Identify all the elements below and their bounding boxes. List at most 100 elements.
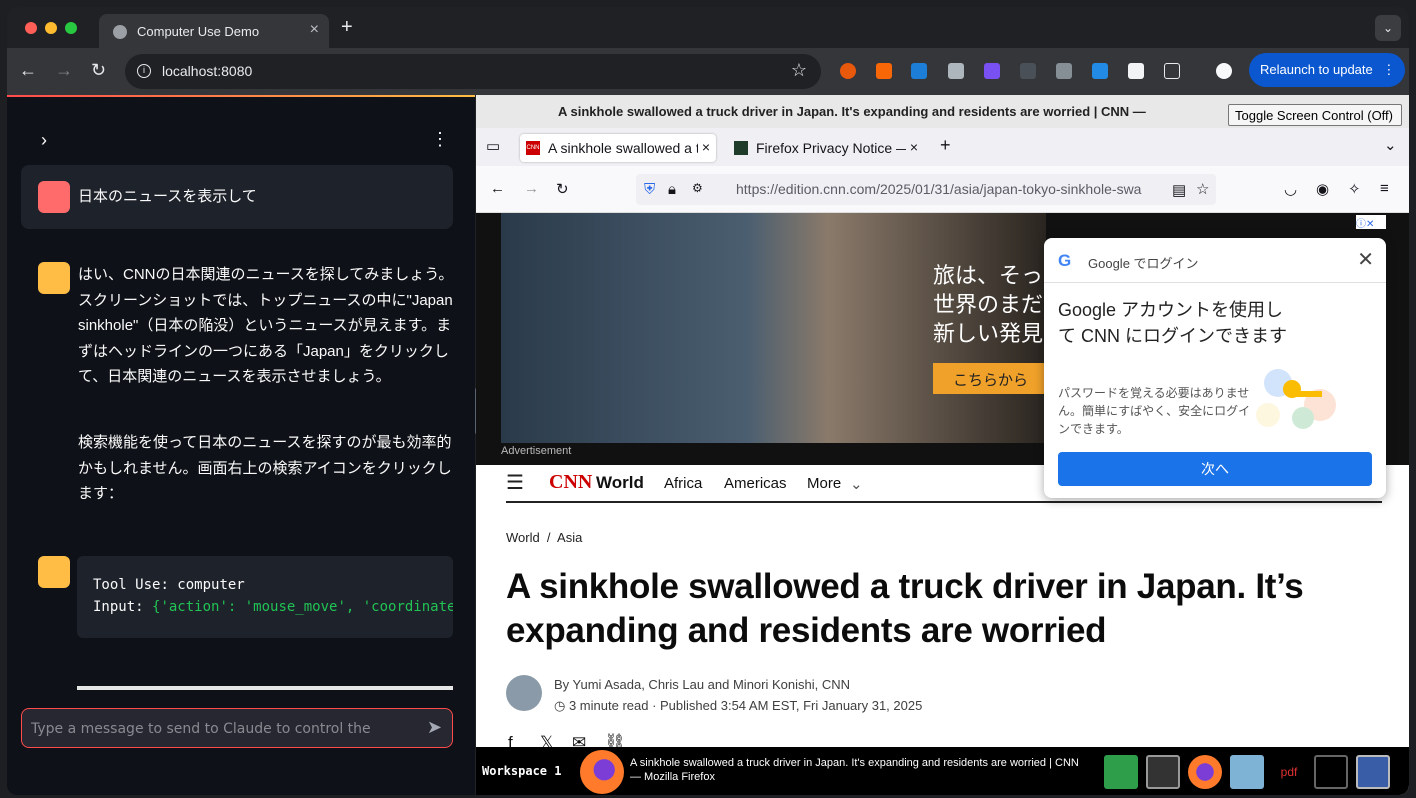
assistant-message-text: はい、CNNの日本関連のニュースを探してみましょう。スクリーンショットでは、トッ… — [78, 266, 454, 385]
bookmark-star-icon[interactable]: ☆ — [791, 60, 807, 81]
remote-window-header: A sinkhole swallowed a truck driver in J… — [476, 95, 1409, 128]
extension-icon[interactable] — [1128, 63, 1144, 79]
reload-icon[interactable]: ↻ — [91, 60, 106, 81]
breadcrumb[interactable]: World / Asia — [506, 530, 582, 545]
tab-computer-use-demo[interactable]: Computer Use Demo × — [99, 14, 329, 48]
nav-africa[interactable]: Africa — [664, 475, 702, 492]
spreadsheet-app-icon[interactable] — [1104, 755, 1138, 789]
popup-header: G Google でログイン ✕ — [1044, 238, 1386, 283]
expand-sidebar-icon[interactable]: › — [41, 130, 47, 151]
tab-overview-icon[interactable]: ▭ — [486, 137, 500, 155]
calculator-icon[interactable] — [1356, 755, 1390, 789]
popup-header-text: Google でログイン — [1088, 256, 1199, 271]
more-menu-icon[interactable]: ⋮ — [1382, 62, 1395, 77]
chat-input[interactable] — [31, 718, 411, 740]
author-avatar — [506, 675, 542, 711]
extension-icon[interactable] — [1056, 63, 1072, 79]
remote-window-title: A sinkhole swallowed a truck driver in J… — [558, 104, 1146, 119]
extensions-icon[interactable]: ✧ — [1348, 180, 1361, 198]
new-tab-button[interactable]: + — [341, 16, 353, 39]
extension-icon[interactable] — [1092, 63, 1108, 79]
address-bar[interactable]: i localhost:8080 ☆ — [125, 54, 821, 89]
nav-more[interactable]: More — [807, 475, 841, 492]
bookmark-star-icon[interactable]: ☆ — [1196, 180, 1209, 198]
reload-icon[interactable]: ↻ — [556, 180, 569, 198]
tab-cnn-article[interactable]: CNN A sinkhole swallowed a tr × — [520, 134, 716, 162]
permissions-icon[interactable]: ⚙ — [692, 181, 703, 195]
image-viewer-icon[interactable] — [1230, 755, 1264, 789]
browser-window: Computer Use Demo × + ⌄ ← → ↻ i localhos… — [7, 7, 1409, 795]
url-bar[interactable]: ⛨ 🔒︎ ⚙ https://edition.cnn.com/2025/01/3… — [636, 174, 1216, 205]
next-button[interactable]: 次へ — [1058, 452, 1372, 486]
close-icon[interactable]: ✕ — [1357, 247, 1374, 272]
extension-icon[interactable] — [948, 63, 964, 79]
back-icon[interactable]: ← — [490, 180, 505, 197]
maximize-window-button[interactable] — [65, 22, 77, 34]
chevron-down-icon[interactable]: ⌄ — [850, 475, 863, 493]
terminal-icon[interactable] — [1146, 755, 1180, 789]
pocket-icon[interactable]: ◡ — [1284, 180, 1297, 198]
back-icon[interactable]: ← — [19, 60, 37, 81]
tool-use-value: computer — [177, 577, 245, 593]
taskbar-window-title[interactable]: A sinkhole swallowed a truck driver in J… — [630, 756, 1090, 784]
ad-label: Advertisement — [501, 445, 572, 457]
adchoices-icon[interactable]: ⓘ✕ — [1356, 215, 1386, 230]
tab-label: Firefox Privacy Notice — — [756, 140, 911, 156]
close-tab-icon[interactable]: × — [697, 139, 710, 155]
site-info-icon[interactable]: i — [137, 64, 151, 78]
accent-line — [7, 95, 475, 97]
toggle-screen-control-button[interactable]: Toggle Screen Control (Off) — [1228, 104, 1402, 126]
nav-americas[interactable]: Americas — [724, 475, 787, 492]
pdf-viewer-icon[interactable]: pdf — [1272, 755, 1306, 789]
cnn-logo[interactable]: CNN — [549, 471, 592, 494]
firefox-icon[interactable] — [1188, 755, 1222, 789]
extension-icon[interactable] — [1020, 63, 1036, 79]
popup-heading: Google アカウントを使用して CNN にログインできます — [1058, 300, 1287, 346]
close-tab-icon[interactable]: × — [905, 139, 918, 155]
tab-label: A sinkhole swallowed a tr — [548, 140, 705, 156]
extension-icon[interactable] — [876, 63, 892, 79]
app-menu-icon[interactable]: ⋮ — [431, 129, 449, 150]
tab-search-button[interactable]: ⌄ — [1375, 15, 1401, 41]
minimize-window-button[interactable] — [45, 22, 57, 34]
firefox-tab-bar: ▭ CNN A sinkhole swallowed a tr × Firefo… — [476, 128, 1409, 166]
forward-icon[interactable]: → — [55, 60, 73, 81]
ad-cta-button[interactable]: こちらから — [933, 363, 1045, 394]
shield-icon[interactable]: ⛨ — [644, 181, 655, 198]
google-signin-popup: G Google でログイン ✕ Google アカウントを使用して CNN に… — [1044, 238, 1386, 498]
reader-view-icon[interactable]: ▤ — [1172, 181, 1186, 199]
relaunch-to-update-button[interactable]: Relaunch to update ⋮ — [1249, 53, 1405, 87]
workspace-label[interactable]: Workspace 1 — [482, 764, 561, 778]
extensions-puzzle-icon[interactable] — [1164, 63, 1180, 79]
new-tab-button[interactable]: + — [940, 135, 951, 156]
article-headline: A sinkhole swallowed a truck driver in J… — [506, 567, 1304, 650]
tab-strip: Computer Use Demo × + ⌄ — [7, 7, 1409, 48]
lock-icon[interactable]: 🔒︎ — [668, 181, 676, 198]
extension-icon[interactable] — [984, 63, 1000, 79]
tab-privacy-notice[interactable]: Firefox Privacy Notice — × — [728, 134, 924, 162]
hamburger-menu-icon[interactable]: ☰ — [506, 470, 524, 495]
text-editor-icon[interactable] — [1314, 755, 1348, 789]
assistant-avatar-icon — [38, 556, 70, 588]
key-illustration-icon — [1256, 369, 1336, 429]
list-all-tabs-icon[interactable]: ⌄ — [1384, 136, 1397, 154]
chat-input-box[interactable]: ➤ — [21, 708, 453, 748]
account-icon[interactable]: ◉ — [1316, 180, 1329, 198]
extension-icon[interactable] — [840, 63, 856, 79]
close-window-button[interactable] — [25, 22, 37, 34]
popup-description: パスワードを覚える必要はありません。簡単にすばやく、安全にログインできます。 — [1058, 386, 1251, 436]
url-text: https://edition.cnn.com/2025/01/31/asia/… — [736, 181, 1142, 197]
extension-icon[interactable] — [911, 63, 927, 79]
url-text: localhost:8080 — [162, 63, 253, 79]
profile-avatar[interactable] — [1216, 63, 1232, 79]
forward-icon[interactable]: → — [524, 180, 539, 197]
send-icon[interactable]: ➤ — [427, 717, 442, 738]
browser-toolbar: ← → ↻ i localhost:8080 ☆ Relaunch to upd… — [7, 48, 1409, 95]
section-name[interactable]: World — [596, 473, 644, 493]
remote-desktop-view[interactable]: A sinkhole swallowed a truck driver in J… — [476, 95, 1409, 795]
menu-icon[interactable]: ≡ — [1380, 180, 1389, 197]
close-tab-icon[interactable]: × — [310, 21, 319, 39]
firefox-icon[interactable] — [580, 750, 624, 794]
meta-text: 3 minute read · Published 3:54 AM EST, F… — [568, 698, 923, 713]
article-byline[interactable]: By Yumi Asada, Chris Lau and Minori Koni… — [554, 677, 850, 692]
